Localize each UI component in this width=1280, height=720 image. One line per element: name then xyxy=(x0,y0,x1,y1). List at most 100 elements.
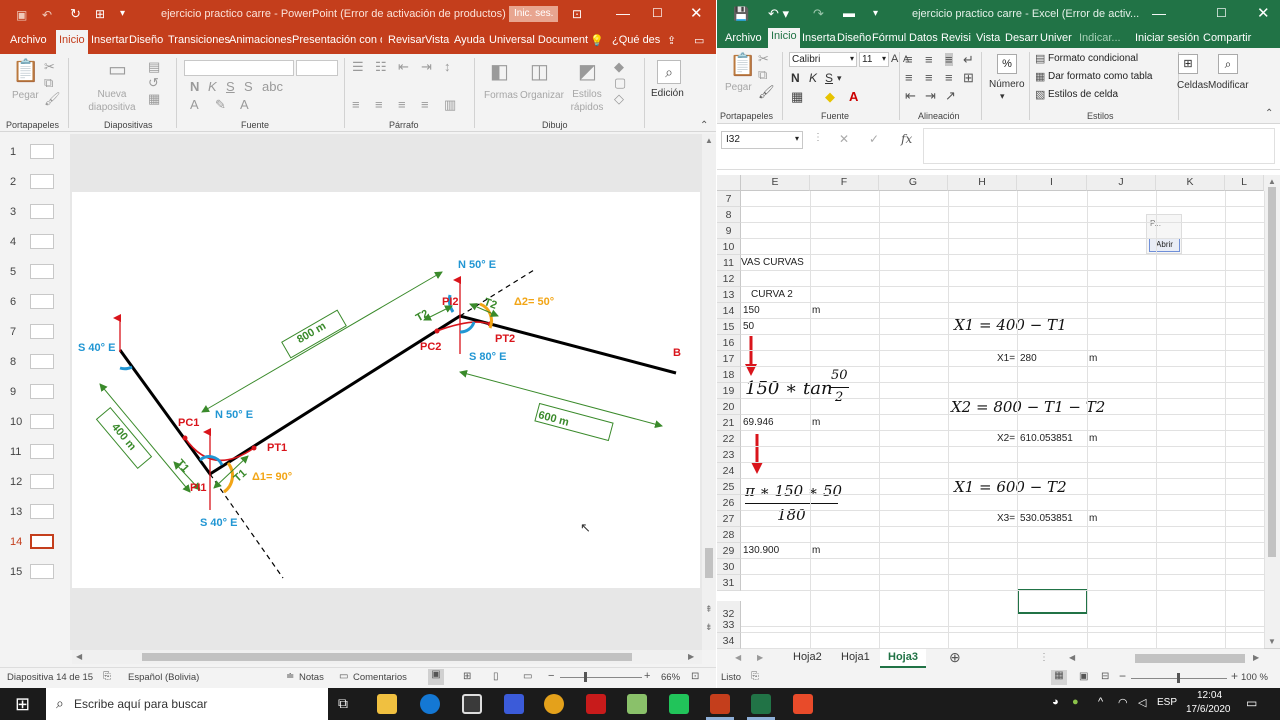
zoom-level[interactable]: 100 % xyxy=(1241,672,1268,683)
row-header[interactable]: 24 xyxy=(717,463,741,479)
prev-slide-icon[interactable]: ⇞ xyxy=(705,604,713,615)
font-color-icon[interactable]: A xyxy=(190,98,199,111)
open-icon[interactable]: ▬ xyxy=(843,6,855,20)
formula-input[interactable] xyxy=(923,128,1275,164)
tab-universal[interactable]: Univer xyxy=(1040,32,1072,44)
conditional-format-icon[interactable]: ▤ xyxy=(1035,53,1045,66)
tab-ayuda[interactable]: Ayuda xyxy=(454,34,485,46)
reading-view-icon[interactable]: ▯ xyxy=(493,671,499,682)
undo-icon[interactable]: ↶ ▾ xyxy=(768,6,789,22)
align-top-icon[interactable]: ≡ xyxy=(905,53,913,66)
scroll-right-icon[interactable]: ▶ xyxy=(688,652,694,661)
column-header[interactable]: H xyxy=(948,175,1017,191)
collapse-ribbon-icon[interactable]: ⌃ xyxy=(700,120,708,131)
highlight-icon[interactable]: ✎ xyxy=(215,98,226,111)
align-right-icon[interactable]: ≡ xyxy=(398,98,406,111)
modify-label[interactable]: Modificar xyxy=(1208,80,1249,91)
share-button[interactable]: Compartir xyxy=(1203,32,1251,44)
notes-icon[interactable]: ≐ xyxy=(286,671,294,682)
slide-thumbnail[interactable] xyxy=(30,444,54,459)
row-header[interactable]: 11 xyxy=(717,255,741,271)
row-header[interactable]: 12 xyxy=(717,271,741,287)
slide-thumbnail[interactable] xyxy=(30,504,54,519)
page-break-icon[interactable]: ⊟ xyxy=(1101,671,1109,682)
cell-e11[interactable]: VAS CURVAS xyxy=(741,257,804,268)
tab-archivo[interactable]: Archivo xyxy=(10,34,47,46)
tab-presentacion[interactable]: Presentación con di xyxy=(292,34,382,46)
hscroll-left-icon[interactable]: ◀ xyxy=(1069,653,1075,662)
next-sheet-icon[interactable]: ▶ xyxy=(757,653,763,662)
sheet-tab-hoja3[interactable]: Hoja3 xyxy=(880,649,926,668)
tab-desarrollador[interactable]: Desarr xyxy=(1005,32,1038,44)
excel-taskbar-icon[interactable] xyxy=(751,694,771,714)
column-header[interactable]: F xyxy=(810,175,879,191)
page-layout-icon[interactable]: ▣ xyxy=(1079,671,1088,682)
align-left-icon[interactable]: ≡ xyxy=(352,98,360,111)
tab-formulas[interactable]: Fórmul xyxy=(872,32,906,44)
language-label[interactable]: Español (Bolivia) xyxy=(128,672,199,683)
zoom-in-icon[interactable]: + xyxy=(644,670,650,682)
macro-icon[interactable]: ⎘ xyxy=(751,671,759,682)
search-icon[interactable]: ⌕ xyxy=(657,60,681,84)
section-icon[interactable]: ▦ xyxy=(148,92,160,105)
sheet-vertical-scrollbar[interactable]: ▲ ▼ xyxy=(1264,175,1280,650)
cell-h17[interactable]: X1= xyxy=(997,353,1015,364)
italic-icon[interactable]: K xyxy=(208,80,217,93)
tab-vista[interactable]: Vista xyxy=(976,32,1000,44)
image-app-icon[interactable] xyxy=(627,694,647,714)
slide-sorter-icon[interactable]: ⊞ xyxy=(463,671,471,682)
clock-time[interactable]: 12:04 xyxy=(1197,690,1222,701)
bullets-icon[interactable]: ☰ xyxy=(352,60,364,73)
quick-styles-label[interactable]: Estilos rápidos xyxy=(567,88,607,114)
slide-thumbnail[interactable] xyxy=(30,324,54,339)
zoom-out-icon[interactable]: − xyxy=(1119,669,1126,683)
cell-f21[interactable]: m xyxy=(812,417,820,428)
shape-effects-icon[interactable]: ◇ xyxy=(614,92,624,105)
column-header[interactable]: G xyxy=(879,175,948,191)
share-icon[interactable]: ⇪ xyxy=(667,34,676,47)
percent-icon[interactable]: % xyxy=(997,54,1017,74)
network-icon[interactable]: ◠ xyxy=(1118,696,1128,709)
search-icon[interactable]: ⌕ xyxy=(1218,54,1238,74)
cell-f14[interactable]: m xyxy=(812,305,820,316)
row-header[interactable]: 14 xyxy=(717,303,741,319)
tab-insertar[interactable]: Insertar xyxy=(91,34,128,46)
cells-icon[interactable]: ⊞ xyxy=(1178,54,1198,74)
line-spacing-icon[interactable]: ↕ xyxy=(444,60,451,73)
row-header[interactable]: 21 xyxy=(717,415,741,431)
save-app-icon[interactable] xyxy=(504,694,524,714)
cell-j22[interactable]: m xyxy=(1089,433,1097,444)
scroll-thumb[interactable] xyxy=(1268,187,1276,557)
tab-diseno[interactable]: Diseño xyxy=(129,34,163,46)
zoom-out-icon[interactable]: − xyxy=(548,670,554,682)
tab-archivo[interactable]: Archivo xyxy=(725,32,762,44)
volume-icon[interactable]: ◁ xyxy=(1138,696,1146,709)
add-sheet-icon[interactable]: ⊕ xyxy=(949,649,961,666)
language-indicator[interactable]: ESP xyxy=(1157,697,1177,708)
strikethrough-icon[interactable]: abc xyxy=(262,80,283,93)
row-header[interactable]: 9 xyxy=(717,223,741,239)
equation-arc-length[interactable]: π ∗ 150 ∗ 50 180 xyxy=(741,480,851,526)
cell-j27[interactable]: m xyxy=(1089,513,1097,524)
align-bottom-icon[interactable]: ≡ xyxy=(945,53,953,66)
customize-qat-icon[interactable]: ▾ xyxy=(873,8,878,19)
row-header[interactable]: 34 xyxy=(717,633,741,649)
cell-j17[interactable]: m xyxy=(1089,353,1097,364)
new-slide-label[interactable]: Nueva diapositiva xyxy=(84,88,140,114)
scroll-up-icon[interactable]: ▲ xyxy=(1268,177,1276,186)
scroll-left-icon[interactable]: ◀ xyxy=(76,652,82,661)
fill-color-icon[interactable]: ◆ xyxy=(825,90,835,103)
maximize-icon[interactable]: ☐ xyxy=(1216,6,1227,20)
close-icon[interactable]: ✕ xyxy=(690,4,703,22)
active-cell-i32[interactable] xyxy=(1017,589,1088,614)
hscroll-thumb[interactable] xyxy=(142,653,632,661)
recorder-icon[interactable] xyxy=(793,694,813,714)
function-icon[interactable]: fx xyxy=(901,132,912,146)
format-painter-icon[interactable]: 🖌 xyxy=(44,92,61,105)
column-header[interactable]: L xyxy=(1225,175,1264,191)
tray-icon[interactable]: ◕ xyxy=(1052,696,1059,708)
sheet-tab-hoja2[interactable]: Hoja2 xyxy=(793,651,822,663)
underline-icon[interactable]: S xyxy=(226,80,235,93)
row-header[interactable]: 18 xyxy=(717,367,741,383)
paste-label[interactable]: Pegar xyxy=(725,82,752,93)
